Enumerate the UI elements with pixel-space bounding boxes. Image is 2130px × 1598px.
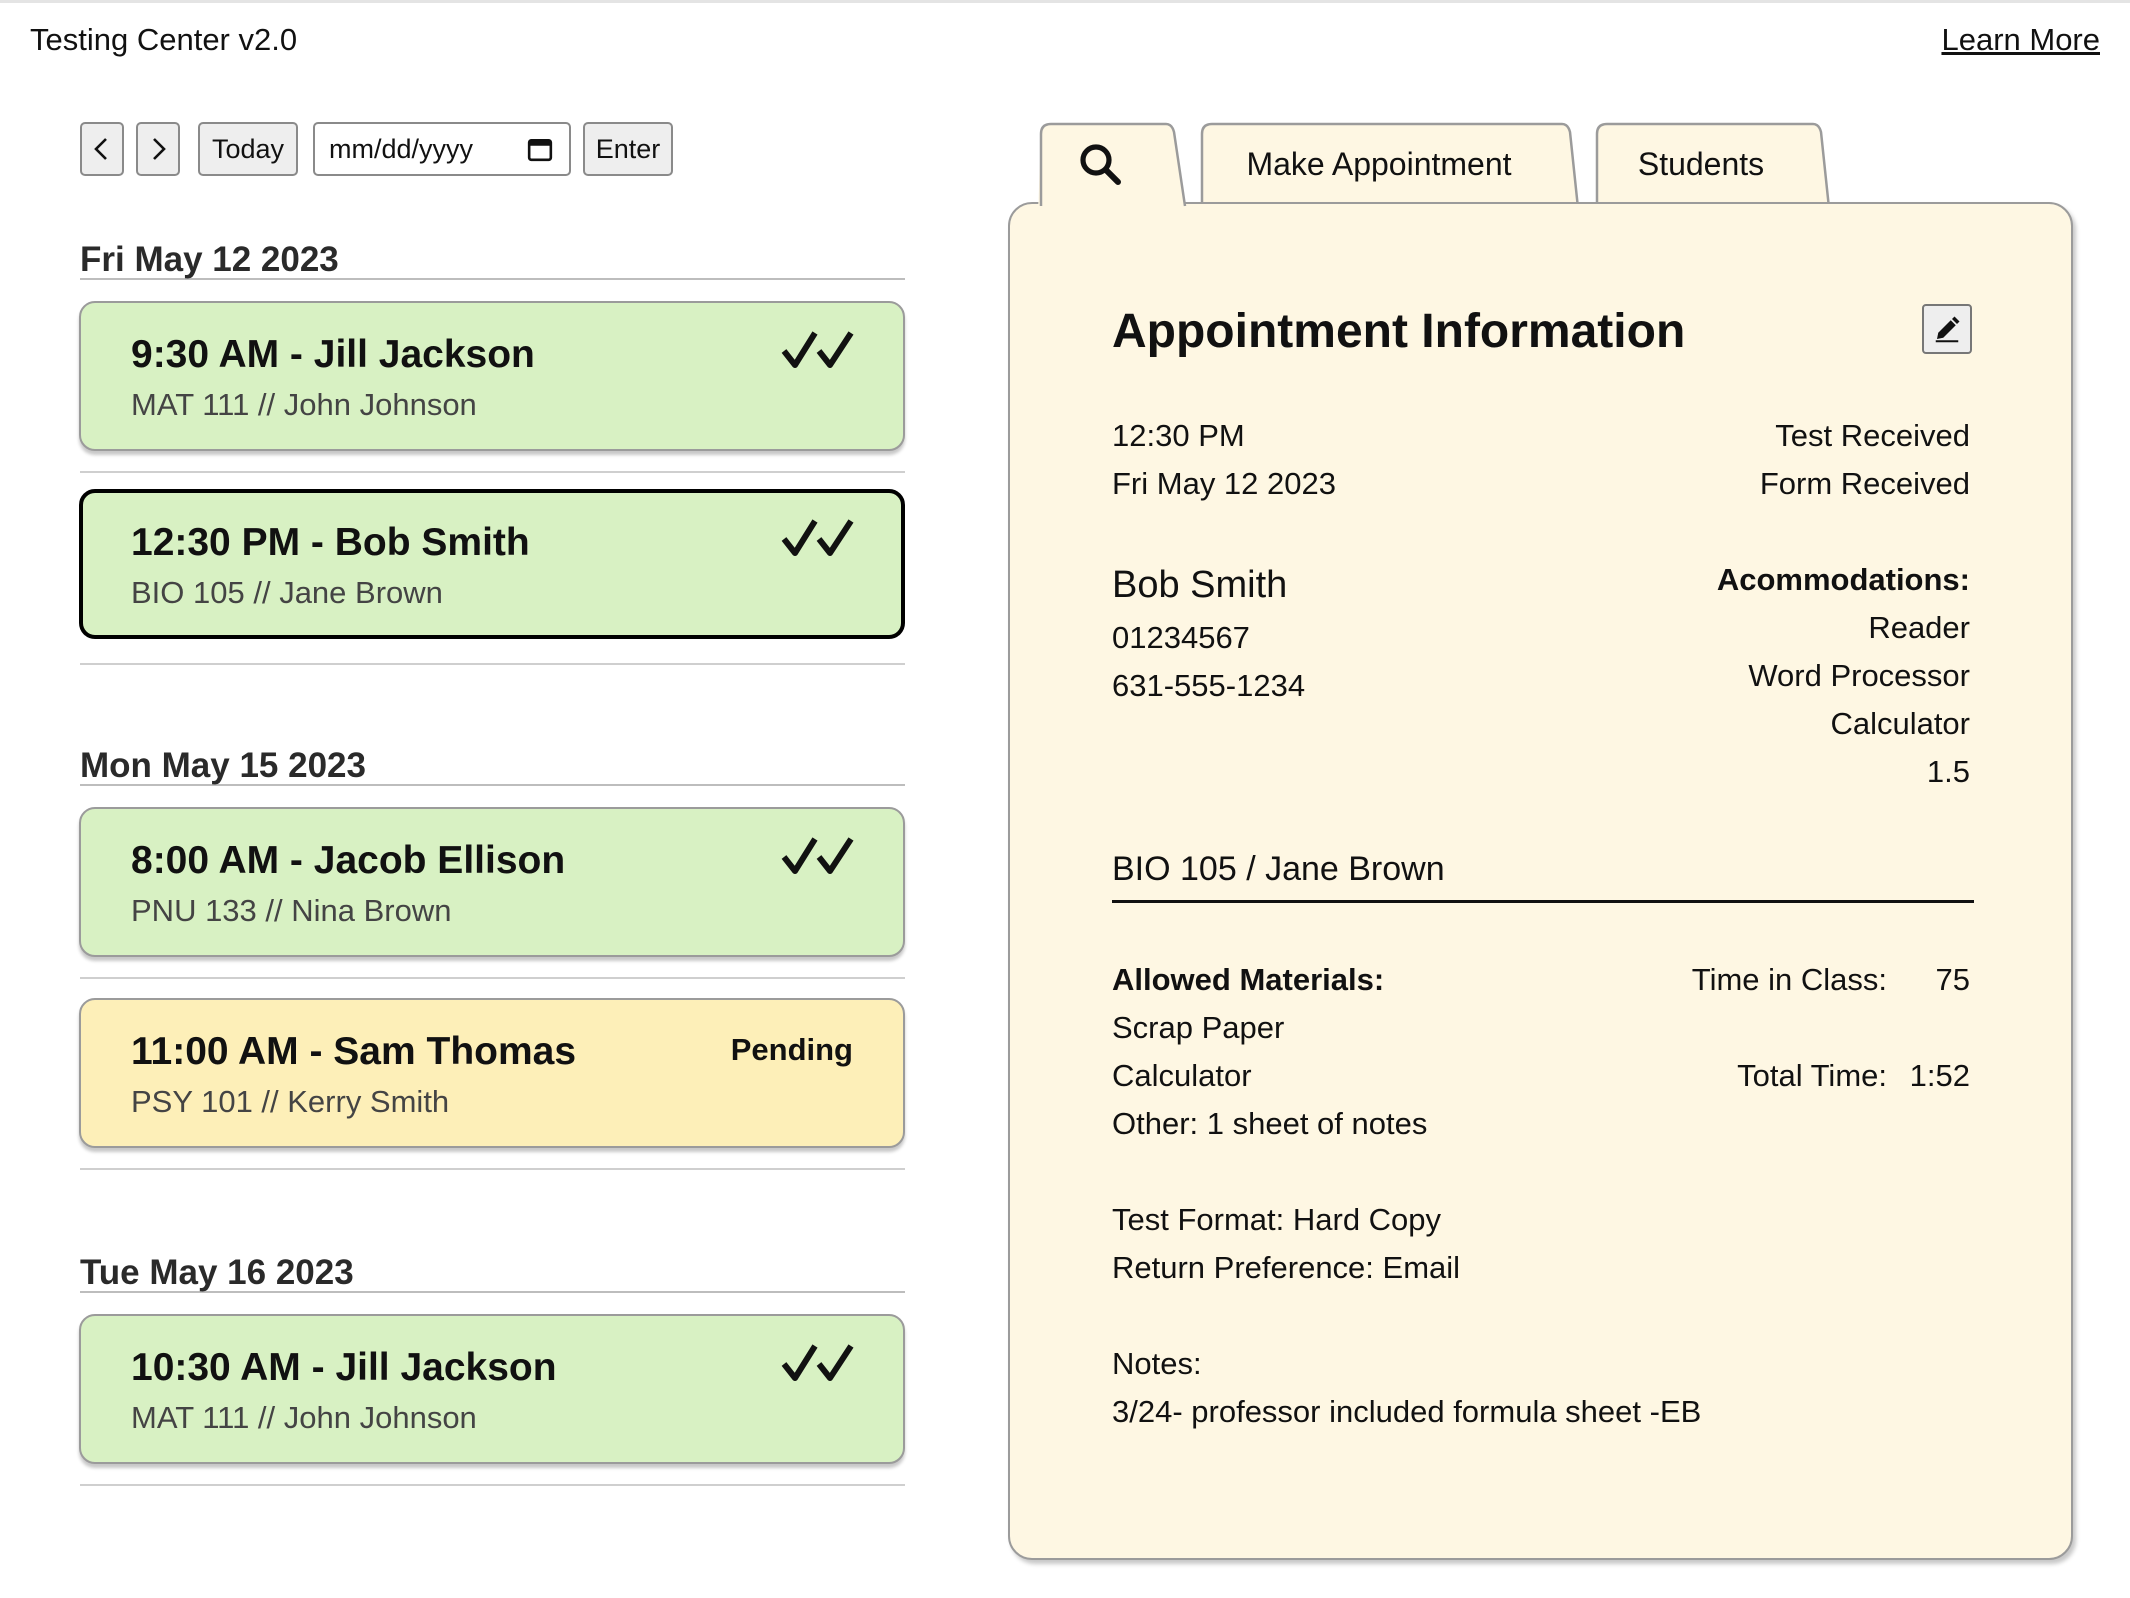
enter-button[interactable]: Enter — [583, 122, 673, 176]
appointment-title: 9:30 AM - Jill Jackson — [131, 333, 535, 376]
card-divider — [80, 977, 905, 979]
double-check-icon — [781, 837, 854, 874]
chevron-left-icon — [94, 138, 107, 160]
appointment-date: Fri May 12 2023 — [1112, 466, 1336, 501]
pencil-icon — [1935, 316, 1960, 343]
appointment-subtitle: PNU 133 // Nina Brown — [131, 893, 452, 928]
double-check-icon — [781, 331, 854, 368]
accommodation-item: Reader — [1868, 610, 1970, 645]
learn-more-link[interactable]: Learn More — [1941, 22, 2100, 58]
test-format: Test Format: Hard Copy — [1112, 1202, 1442, 1237]
allowed-material-item: Scrap Paper — [1112, 1010, 1285, 1045]
app-title: Testing Center v2.0 — [30, 22, 298, 57]
prev-day-button[interactable] — [80, 122, 124, 176]
notes-text: 3/24- professor included formula sheet -… — [1112, 1394, 1702, 1429]
appointment-subtitle: MAT 111 // John Johnson — [131, 1400, 477, 1435]
notes-label: Notes: — [1112, 1346, 1202, 1381]
course-divider — [1112, 900, 1974, 903]
status-pending-badge: Pending — [730, 1032, 853, 1067]
total-time-label: Total Time: — [1737, 1058, 1887, 1093]
time-in-class-label: Time in Class: — [1691, 962, 1887, 997]
card-divider — [80, 1484, 905, 1486]
student-id: 01234567 — [1112, 620, 1250, 655]
tab-search[interactable] — [1038, 122, 1188, 212]
top-border — [0, 0, 2130, 3]
appointment-time: 12:30 PM — [1112, 418, 1245, 453]
appointment-panel: Appointment Information 12:30 PM Fri May… — [1008, 202, 2073, 1560]
chevron-right-icon — [153, 138, 166, 160]
date-placeholder: mm/dd/yyyy — [329, 133, 474, 164]
appointment-card[interactable]: 8:00 AM - Jacob Ellison PNU 133 // Nina … — [79, 807, 905, 957]
total-time-value: 1:52 — [1909, 1058, 1970, 1093]
allowed-material-item: Other: 1 sheet of notes — [1112, 1106, 1428, 1141]
edit-button[interactable] — [1922, 304, 1972, 354]
test-received-status: Test Received — [1775, 418, 1970, 453]
form-received-status: Form Received — [1759, 466, 1970, 501]
accommodations-label: Acommodations: — [1716, 562, 1970, 597]
card-divider — [80, 663, 905, 665]
double-check-icon — [781, 1344, 854, 1381]
appointment-subtitle: MAT 111 // John Johnson — [131, 387, 477, 422]
appointment-title: 11:00 AM - Sam Thomas — [131, 1030, 577, 1073]
tab-label: Make Appointment — [1246, 145, 1512, 182]
calendar-icon[interactable] — [527, 136, 553, 162]
appointment-card[interactable]: 9:30 AM - Jill Jackson MAT 111 // John J… — [79, 301, 905, 451]
appointment-card-selected[interactable]: 12:30 PM - Bob Smith BIO 105 // Jane Bro… — [79, 489, 905, 639]
accommodation-item: 1.5 — [1926, 754, 1970, 789]
double-check-icon — [781, 519, 854, 556]
allowed-material-item: Calculator — [1112, 1058, 1252, 1093]
course-heading: BIO 105 / Jane Brown — [1112, 850, 1445, 888]
return-preference: Return Preference: Email — [1112, 1250, 1461, 1285]
allowed-materials-label: Allowed Materials: — [1112, 962, 1385, 997]
time-in-class-value: 75 — [1935, 962, 1970, 997]
appointment-card[interactable]: 11:00 AM - Sam Thomas PSY 101 // Kerry S… — [79, 998, 905, 1148]
panel-title: Appointment Information — [1112, 305, 1686, 358]
appointment-title: 12:30 PM - Bob Smith — [131, 521, 530, 564]
day-header: Fri May 12 2023 — [80, 240, 905, 280]
next-day-button[interactable] — [136, 122, 180, 176]
tab-label: Students — [1637, 145, 1765, 182]
today-button[interactable]: Today — [198, 122, 298, 176]
search-icon — [1080, 144, 1121, 185]
appointment-title: 8:00 AM - Jacob Ellison — [131, 839, 566, 882]
appointment-title: 10:30 AM - Jill Jackson — [131, 1346, 557, 1389]
student-name: Bob Smith — [1112, 564, 1288, 606]
card-divider — [80, 1168, 905, 1170]
appointment-subtitle: BIO 105 // Jane Brown — [131, 575, 443, 610]
date-input[interactable]: mm/dd/yyyy — [313, 122, 571, 176]
accommodation-item: Calculator — [1830, 706, 1970, 741]
student-phone: 631-555-1234 — [1112, 668, 1306, 703]
accommodation-item: Word Processor — [1748, 658, 1970, 693]
day-header: Mon May 15 2023 — [80, 746, 905, 786]
card-divider — [80, 471, 905, 473]
appointment-card[interactable]: 10:30 AM - Jill Jackson MAT 111 // John … — [79, 1314, 905, 1464]
appointment-subtitle: PSY 101 // Kerry Smith — [131, 1084, 450, 1119]
day-header: Tue May 16 2023 — [80, 1253, 905, 1293]
tab-students[interactable]: Students — [1595, 122, 1835, 209]
